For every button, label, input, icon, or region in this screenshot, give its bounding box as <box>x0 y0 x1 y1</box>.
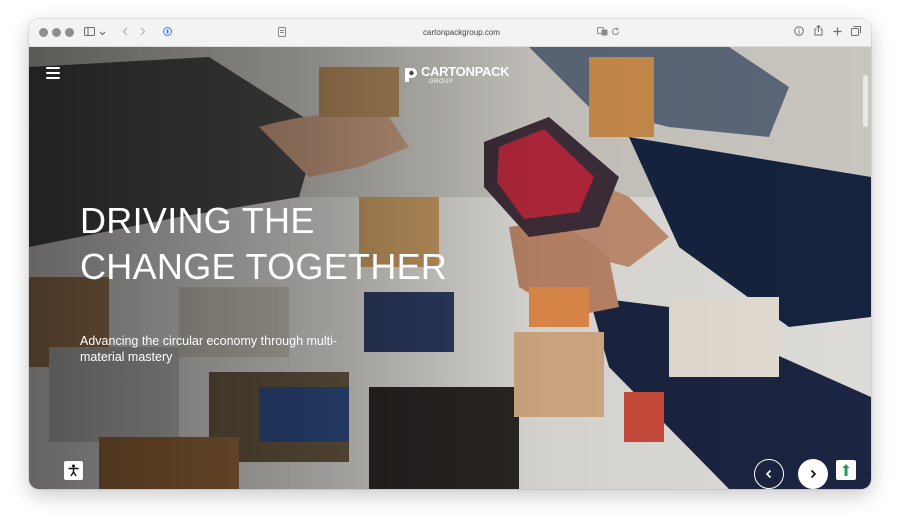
arrow-up-icon <box>842 464 850 476</box>
cartonpack-logo-mark <box>405 68 417 82</box>
menu-icon-bar <box>46 72 60 74</box>
hero-headline-line-1: DRIVING THE <box>80 200 315 241</box>
logo-sub-text: GROUP <box>429 79 454 85</box>
share-icon[interactable] <box>812 24 824 40</box>
next-slide-button[interactable] <box>798 459 828 489</box>
minimize-window-button[interactable] <box>52 28 61 37</box>
chevron-left-icon <box>765 469 772 479</box>
tabs-overview-icon[interactable] <box>850 24 862 40</box>
previous-slide-button[interactable] <box>754 459 784 489</box>
logo-brand-text: CARTONPACK <box>421 64 510 79</box>
menu-icon-bar <box>46 77 60 79</box>
browser-toolbar: cartonpackgroup.com <box>29 19 871 47</box>
forward-icon[interactable] <box>138 24 148 40</box>
address-bar[interactable]: cartonpackgroup.com <box>269 23 654 42</box>
scroll-to-top-button[interactable] <box>836 460 856 480</box>
browser-window: cartonpackgroup.com CARTONPACK GROUP DRI… <box>29 19 871 489</box>
chevron-down-icon[interactable] <box>98 24 106 40</box>
back-icon[interactable] <box>120 24 130 40</box>
reload-icon[interactable] <box>611 27 620 38</box>
hero-banner: CARTONPACK GROUP DRIVING THE CHANGE TOGE… <box>29 47 871 489</box>
accessibility-icon <box>68 464 79 477</box>
sidebar-toggle-icon[interactable] <box>82 24 96 40</box>
privacy-shield-icon[interactable] <box>161 24 173 40</box>
cartonpack-logo[interactable]: CARTONPACK GROUP <box>402 63 510 87</box>
menu-button[interactable] <box>46 67 60 79</box>
hero-headline-line-2: CHANGE TOGETHER <box>80 246 448 287</box>
hero-subline: Advancing the circular economy through m… <box>80 334 338 364</box>
accessibility-button[interactable] <box>64 461 83 480</box>
translate-icon[interactable] <box>597 27 608 38</box>
hero-headline: DRIVING THE CHANGE TOGETHER <box>80 198 447 290</box>
menu-icon <box>46 67 60 69</box>
page-icon <box>278 27 286 39</box>
new-tab-icon[interactable] <box>831 24 843 40</box>
page-scrollbar[interactable] <box>863 75 868 127</box>
info-icon[interactable] <box>793 24 805 40</box>
chevron-right-icon <box>810 469 817 479</box>
zoom-window-button[interactable] <box>65 28 74 37</box>
close-window-button[interactable] <box>39 28 48 37</box>
url-text: cartonpackgroup.com <box>423 28 500 37</box>
